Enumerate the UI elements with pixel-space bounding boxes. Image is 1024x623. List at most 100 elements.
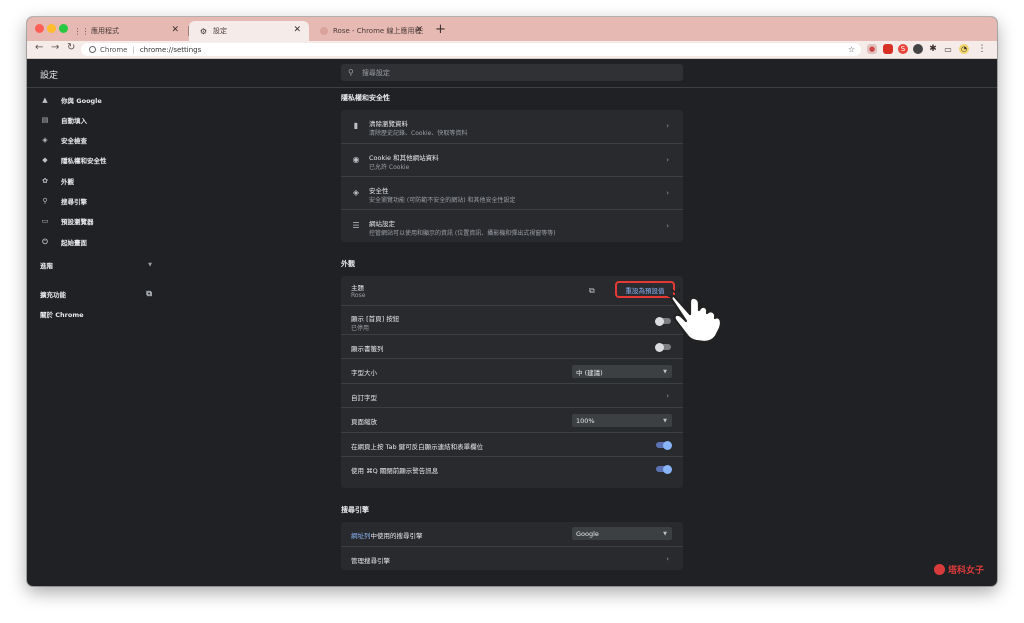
reset-theme-button[interactable]: 重設為預設值 — [615, 281, 675, 298]
person-icon: ▲ — [42, 96, 48, 104]
extension-icon-2[interactable] — [883, 44, 893, 54]
show-bookmarks-row[interactable]: 顯示書籤列 — [341, 334, 683, 358]
logo-text: 塔科女子 — [948, 566, 985, 576]
address-bar[interactable]: Chrome | chrome://settings ☆ — [81, 43, 861, 56]
tab-label: 設定 — [213, 27, 227, 35]
tab-settings[interactable]: ⚙ 設定 ✕ — [189, 21, 309, 41]
row-title: Cookie 和其他網站資料 — [369, 154, 439, 162]
quit-warning-row[interactable]: 使用 ⌘Q 關閉前顯示警告訊息 — [341, 456, 683, 480]
more-menu-icon[interactable]: ⋮ — [977, 44, 987, 54]
tab-apps[interactable]: ⋮⋮ 應用程式 ✕ — [67, 21, 187, 41]
bookmark-star-icon[interactable]: ☆ — [848, 45, 855, 54]
row-title: 安全性 — [369, 187, 389, 195]
sidebar-item-safety-check[interactable]: ◈ 安全檢查 — [40, 133, 148, 147]
tab-highlight-row[interactable]: 在網頁上按 Tab 鍵可反白顯示連結和表單欄位 — [341, 432, 683, 456]
show-home-button-row[interactable]: 顯示 [首頁] 按鈕 已停用 — [341, 305, 683, 334]
select-value: 中 (建議) — [576, 368, 603, 377]
search-input[interactable]: ⚲ 搜尋設定 — [341, 64, 683, 81]
external-link-icon[interactable]: ⧉ — [589, 286, 595, 296]
sidebar-item-label: 預設瀏覽器 — [61, 218, 94, 226]
chevron-right-icon: › — [666, 156, 669, 164]
sidebar-item-label: 搜尋引擎 — [61, 198, 87, 206]
forward-button[interactable]: → — [51, 42, 59, 53]
sidebar-item-label: 起始畫面 — [61, 239, 87, 247]
row-title: 管理搜尋引擎 — [351, 557, 390, 565]
sidebar-item-label: 安全檢查 — [61, 137, 87, 145]
toggle-knob — [655, 342, 664, 352]
gear-icon: ⚙ — [199, 26, 208, 36]
chevron-right-icon: › — [666, 122, 669, 130]
sidebar-item-about[interactable]: 關於 Chrome — [40, 307, 148, 321]
browser-window: ⋮⋮ 應用程式 ✕ ⚙ 設定 ✕ Rose - Chrome 線上應用程式商 ✕… — [27, 17, 997, 586]
cookies-row[interactable]: ◉ Cookie 和其他網站資料 已允許 Cookie › — [341, 143, 683, 176]
shield-check-icon: ◈ — [42, 136, 48, 144]
custom-fonts-row[interactable]: 自訂字型 › — [341, 383, 683, 407]
sidebar-item-appearance[interactable]: ✿ 外觀 — [40, 174, 148, 188]
security-row[interactable]: ◈ 安全性 安全瀏覽功能 (可防範不安全的網站) 和其他安全性設定 › — [341, 176, 683, 209]
extension-icon-4[interactable] — [913, 44, 923, 54]
page-title: 設定 — [40, 71, 59, 81]
close-window-button[interactable] — [35, 24, 44, 33]
search-engine-header: 搜尋引擎 — [341, 506, 369, 514]
row-title: 顯示書籤列 — [351, 345, 384, 353]
back-button[interactable]: ← — [35, 42, 43, 53]
search-placeholder: 搜尋設定 — [361, 68, 390, 77]
sidebar-item-you-and-google[interactable]: ▲ 你與 Google — [40, 93, 148, 107]
sidebar-item-on-startup[interactable]: ⏻ 起始畫面 — [40, 235, 148, 249]
close-tab-icon[interactable]: ✕ — [171, 25, 179, 35]
cast-icon[interactable]: ▭ — [943, 44, 953, 54]
reload-button[interactable]: ↻ — [67, 42, 75, 53]
chevron-right-icon: › — [666, 222, 669, 230]
row-title: 主題 — [351, 284, 364, 292]
extension-icon-3[interactable]: S — [898, 44, 908, 54]
chevron-down-icon: ▼ — [663, 368, 667, 375]
row-title: 顯示 [首頁] 按鈕 — [351, 315, 400, 323]
close-tab-icon[interactable]: ✕ — [415, 25, 423, 35]
tab-label: Rose - Chrome 線上應用程式商 — [333, 27, 423, 35]
manage-search-engines-row[interactable]: 管理搜尋引擎 › — [341, 546, 683, 570]
font-size-select[interactable]: 中 (建議) ▼ — [572, 365, 672, 378]
profile-avatar[interactable]: ◔ — [959, 44, 969, 54]
sidebar-item-extensions[interactable]: 擴充功能 ⧉ — [40, 287, 152, 301]
palette-icon: ✿ — [42, 177, 48, 185]
address-bar-link[interactable]: 網址列 — [351, 532, 371, 540]
puzzle-icon[interactable]: ✱ — [928, 44, 938, 54]
search-engine-select[interactable]: Google ▼ — [572, 527, 672, 540]
close-tab-icon[interactable]: ✕ — [293, 25, 301, 35]
row-subtitle: 已允許 Cookie — [369, 164, 410, 171]
appearance-header: 外觀 — [341, 260, 355, 268]
row-subtitle: 已停用 — [351, 325, 370, 332]
shield-icon: ◆ — [42, 156, 48, 164]
tab-rose-store[interactable]: Rose - Chrome 線上應用程式商 ✕ — [309, 21, 431, 41]
sidebar-item-advanced[interactable]: 進階 ▼ — [40, 258, 152, 272]
header-divider — [27, 87, 997, 88]
cookie-icon: ◉ — [352, 155, 360, 164]
sidebar-item-label: 外觀 — [61, 178, 74, 186]
trash-icon: ▮ — [353, 121, 359, 130]
tab-highlight-toggle[interactable] — [656, 440, 672, 450]
toggle-knob — [655, 316, 664, 326]
power-icon: ⏻ — [42, 237, 48, 246]
font-size-row: 字型大小 中 (建議) ▼ — [341, 358, 683, 383]
clear-browsing-data-row[interactable]: ▮ 清除瀏覽資料 清除歷史記錄、Cookie、快取等資料 › — [341, 110, 683, 143]
sidebar-item-search-engine[interactable]: ⚲ 搜尋引擎 — [40, 194, 148, 208]
sidebar-item-label: 隱私權和安全性 — [61, 157, 107, 165]
site-settings-row[interactable]: ☰ 網站設定 控管網站可以使用和顯示的資訊 (位置資訊、攝影機和彈出式視窗等等)… — [341, 209, 683, 242]
sidebar-item-default-browser[interactable]: ▭ 預設瀏覽器 — [40, 214, 148, 228]
page-zoom-select[interactable]: 100% ▼ — [572, 414, 672, 427]
row-subtitle: 安全瀏覽功能 (可防範不安全的網站) 和其他安全性設定 — [369, 197, 516, 204]
sidebar-item-privacy[interactable]: ◆ 隱私權和安全性 — [40, 153, 148, 167]
new-tab-button[interactable]: + — [435, 22, 446, 37]
page-zoom-row: 頁面縮放 100% ▼ — [341, 407, 683, 432]
site-logo: 塔科女子 — [934, 563, 984, 576]
extension-icon-1[interactable]: ● — [867, 44, 877, 54]
chrome-icon — [89, 46, 96, 53]
sidebar-item-autofill[interactable]: ▤ 自動填入 — [40, 113, 148, 127]
quit-warning-toggle[interactable] — [656, 464, 672, 474]
sidebar-item-label: 關於 Chrome — [40, 311, 84, 319]
chevron-down-icon: ▼ — [148, 262, 152, 268]
sliders-icon: ☰ — [352, 221, 360, 230]
bookmarks-bar-toggle[interactable] — [655, 342, 671, 352]
search-icon: ⚲ — [348, 68, 354, 77]
minimize-window-button[interactable] — [47, 24, 56, 33]
